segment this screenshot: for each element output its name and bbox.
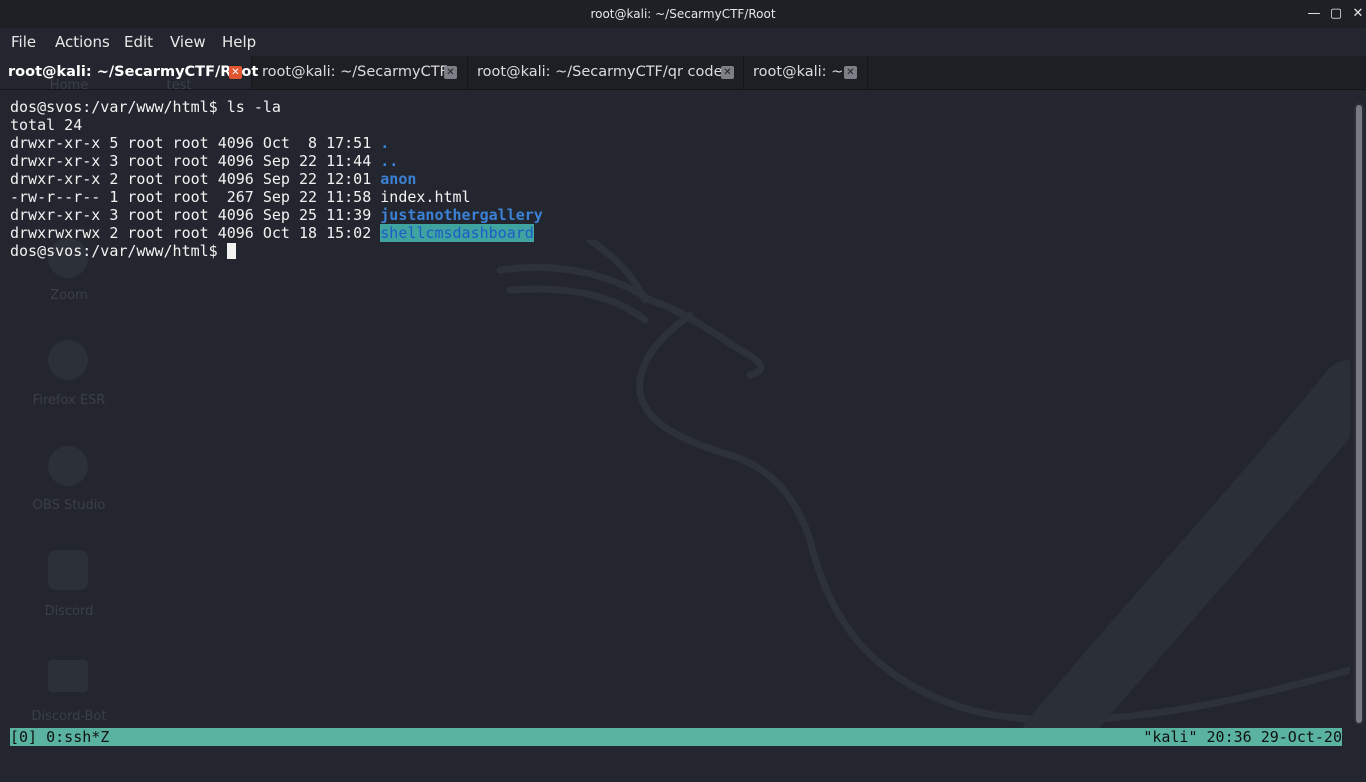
tab-home[interactable]: root@kali: ~ ✕ [744, 56, 868, 89]
dir-name: justanothergallery [380, 206, 543, 224]
terminal-output[interactable]: dos@svos:/var/www/html$ ls -la total 24 … [0, 90, 1352, 725]
tmux-status-bar: [0] 0:ssh*Z "kali" 20:36 29-Oct-20 [10, 728, 1342, 746]
prompt: dos@svos:/var/www/html$ [10, 242, 227, 260]
text-cursor [226, 243, 236, 259]
tab-close-icon[interactable]: ✕ [444, 66, 457, 79]
tab-label: root@kali: ~ [753, 64, 844, 80]
menu-view[interactable]: View [170, 33, 206, 51]
command-line: dos@svos:/var/www/html$ ls -la [10, 98, 281, 116]
dir-name: . [380, 134, 390, 152]
menu-file[interactable]: File [11, 33, 36, 51]
minimize-icon[interactable]: — [1305, 4, 1323, 24]
close-icon[interactable]: ✕ [1349, 4, 1366, 24]
prompt-line: dos@svos:/var/www/html$ [10, 242, 236, 260]
menu-actions[interactable]: Actions [55, 33, 110, 51]
total-line: total 24 [10, 116, 83, 134]
tab-label: root@kali: ~/SecarmyCTF [262, 64, 448, 80]
tab-qr-codes[interactable]: root@kali: ~/SecarmyCTF/qr codes ✕ [468, 56, 744, 89]
listing-row: -rw-r--r-- 1 root root 267 Sep 22 11:58 … [10, 188, 471, 206]
listing-row: drwxrwxrwx 2 root root 4096 Oct 18 15:02… [10, 224, 534, 242]
menu-edit[interactable]: Edit [124, 33, 153, 51]
file-name: index.html [380, 188, 471, 206]
dir-name: .. [380, 152, 399, 170]
menu-bar: File Actions Edit View Help [0, 28, 1366, 56]
dir-name-highlighted: shellcmsdashboard [380, 224, 534, 242]
scrollbar-thumb[interactable] [1356, 105, 1362, 723]
listing-row: drwxr-xr-x 5 root root 4096 Oct 8 17:51 … [10, 134, 390, 152]
listing-row: drwxr-xr-x 3 root root 4096 Sep 22 11:44… [10, 152, 399, 170]
tmux-host-time: "kali" 20:36 29-Oct-20 [1143, 728, 1342, 746]
command: ls -la [226, 98, 281, 116]
listing-row: drwxr-xr-x 2 root root 4096 Sep 22 12:01… [10, 170, 417, 188]
menu-help[interactable]: Help [222, 33, 256, 51]
tab-label: root@kali: ~/SecarmyCTF/qr codes [477, 64, 731, 80]
dir-name: anon [380, 170, 417, 188]
prompt: dos@svos:/var/www/html$ [10, 98, 227, 116]
tmux-window-list: [0] 0:ssh*Z [10, 728, 110, 746]
listing-row: drwxr-xr-x 3 root root 4096 Sep 25 11:39… [10, 206, 543, 224]
tab-close-icon[interactable]: ✕ [844, 66, 857, 79]
maximize-icon[interactable]: ▢ [1327, 4, 1345, 24]
window-title: root@kali: ~/SecarmyCTF/Root [590, 7, 776, 21]
tab-securmyctf[interactable]: root@kali: ~/SecarmyCTF ✕ [252, 56, 468, 89]
tab-close-icon[interactable]: ✕ [721, 66, 734, 79]
title-bar: root@kali: ~/SecarmyCTF/Root — ▢ ✕ [0, 0, 1366, 28]
